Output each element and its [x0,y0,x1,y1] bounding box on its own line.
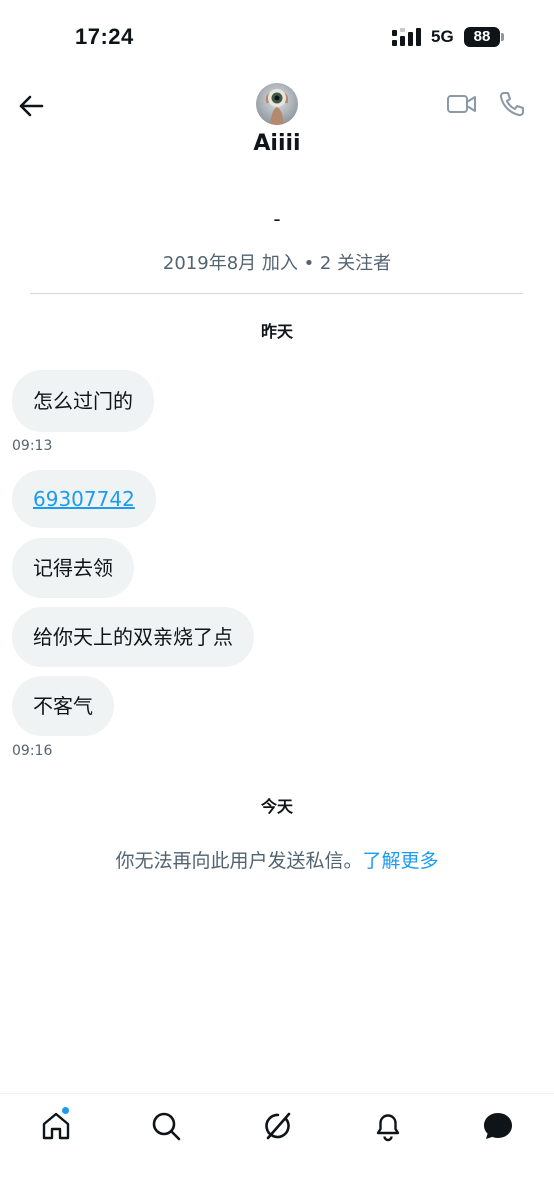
notice-text: 你无法再向此用户发送私信。 [115,850,363,872]
message-bubble[interactable]: 记得去领 [12,538,134,598]
battery-level: 88 [473,28,491,45]
battery-icon: 88 [464,27,506,49]
phone-icon [499,92,524,117]
profile-bio: - [273,207,281,231]
message-link-text[interactable]: 69307742 [33,489,135,509]
divider [30,293,523,294]
message-bubble-link[interactable]: 69307742 [12,470,156,528]
bottom-navigation [0,1093,554,1201]
profile-meta: 2019年8月 加入 • 2 关注者 [162,253,392,274]
learn-more-link[interactable]: 了解更多 [363,850,439,872]
message-text: 记得去领 [33,556,113,580]
back-button[interactable] [16,90,48,122]
dm-restricted-notice: 你无法再向此用户发送私信。了解更多 [0,846,554,873]
cellular-signal-icon [392,28,421,46]
messages-icon [484,1113,512,1139]
message-text: 给你天上的双亲烧了点 [33,625,233,649]
message-bubble[interactable]: 怎么过门的 [12,370,154,432]
nav-grok-button[interactable] [261,1110,293,1142]
nav-messages-button[interactable] [482,1110,514,1142]
message-timestamp: 09:16 [12,743,53,759]
avatar[interactable] [256,83,298,125]
message-text: 怎么过门的 [33,389,133,413]
message-text: 不客气 [33,694,93,718]
network-type: 5G [431,27,454,46]
nav-notifications-button[interactable] [372,1110,404,1142]
status-time: 17:24 [75,24,134,49]
video-camera-icon [447,95,476,113]
grok-icon [265,1112,291,1140]
conversation-title[interactable]: Aiiii [0,131,554,156]
message-bubble[interactable]: 不客气 [12,676,114,736]
nav-search-button[interactable] [150,1110,182,1142]
message-timestamp: 09:13 [12,438,53,454]
day-separator-today: 今天 [260,797,293,816]
nav-home-button[interactable] [40,1110,72,1142]
voice-call-button[interactable] [498,90,526,118]
day-separator-yesterday: 昨天 [260,322,293,341]
home-notification-dot [61,1106,70,1115]
message-bubble[interactable]: 给你天上的双亲烧了点 [12,607,254,667]
video-call-button[interactable] [446,92,478,116]
arrow-left-icon [19,95,44,117]
notifications-bell-icon [376,1114,400,1142]
search-icon [152,1112,181,1141]
home-icon [42,1112,70,1140]
